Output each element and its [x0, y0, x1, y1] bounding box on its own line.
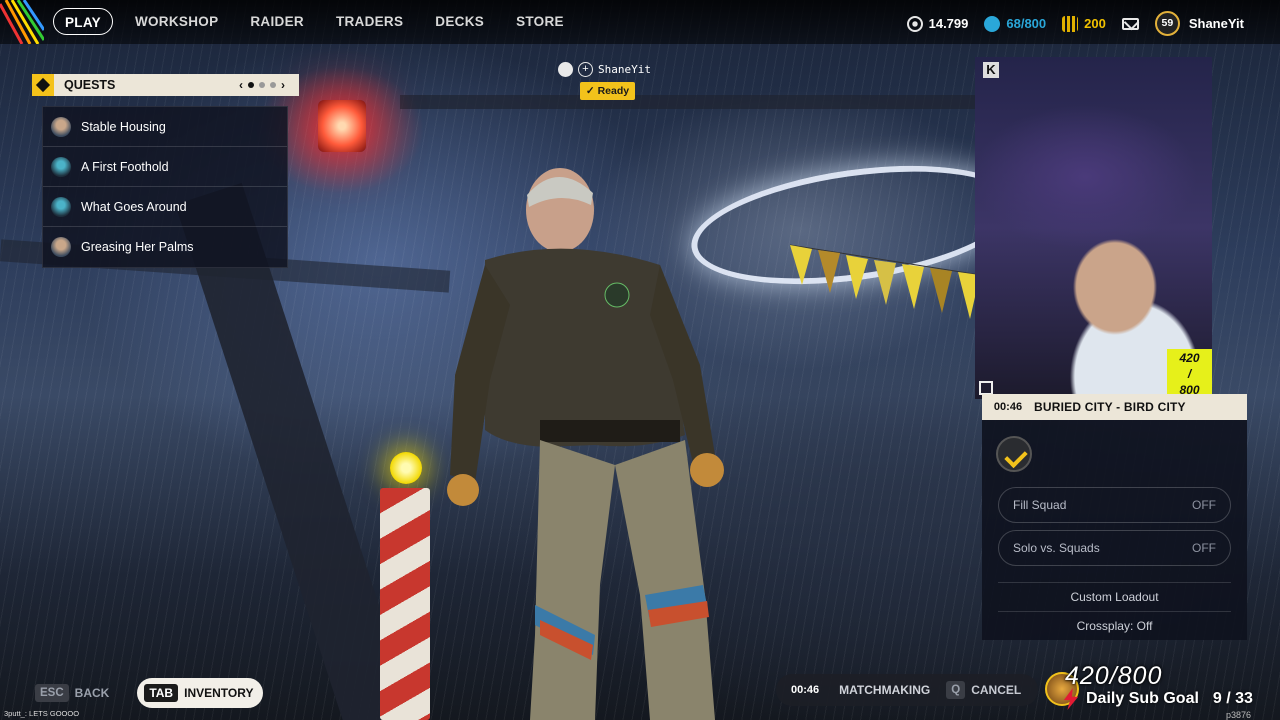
- map-panel: 00:46 BURIED CITY - BIRD CITY Fill Squad…: [982, 394, 1247, 640]
- quest-giver-avatar: [51, 116, 71, 137]
- raider-character-model: [447, 168, 724, 720]
- player-nameplate: + ShaneYit: [558, 62, 651, 77]
- solo-vs-squads-toggle[interactable]: Solo vs. Squads OFF: [998, 530, 1231, 566]
- lightning-bolt-icon: [1063, 688, 1079, 710]
- sub-goal-progress: 9 / 33: [1212, 690, 1253, 707]
- map-header: 00:46 BURIED CITY - BIRD CITY: [982, 394, 1247, 420]
- page-dot: [270, 82, 276, 88]
- top-navigation-bar: PLAY WORKSHOP RAIDER TRADERS DECKS STORE…: [0, 0, 1280, 44]
- tokens-currency[interactable]: 200: [1062, 15, 1106, 32]
- quest-label: Greasing Her Palms: [81, 240, 194, 254]
- chevron-left-icon[interactable]: ‹: [239, 78, 243, 92]
- sub-goal-bar: Daily Sub Goal 9 / 33: [1062, 688, 1253, 710]
- token-icon: [1062, 15, 1079, 32]
- back-label: BACK: [74, 686, 110, 700]
- quest-label: A First Foothold: [81, 159, 169, 174]
- back-button[interactable]: ESC BACK: [35, 684, 109, 702]
- quests-title: QUESTS: [64, 78, 116, 92]
- red-warning-light: [318, 100, 366, 152]
- fill-squad-value: OFF: [1192, 498, 1216, 512]
- quest-item[interactable]: Stable Housing: [43, 107, 287, 147]
- nav-workshop[interactable]: WORKSHOP: [119, 8, 234, 35]
- cancel-label: CANCEL: [971, 683, 1022, 697]
- quest-item[interactable]: A First Foothold: [43, 147, 287, 187]
- coin-icon: [906, 15, 923, 32]
- chevron-right-icon[interactable]: ›: [281, 78, 285, 92]
- ready-badge: ✓ Ready: [580, 82, 635, 100]
- quest-diamond-icon: [32, 74, 54, 96]
- creds-value: 68/800: [1006, 16, 1047, 31]
- nav-decks[interactable]: DECKS: [419, 8, 500, 35]
- sub-goal-count: 420/800: [1065, 662, 1163, 690]
- q-key-hint: Q: [946, 681, 966, 699]
- nav-store[interactable]: STORE: [500, 8, 580, 35]
- mail-icon[interactable]: [1121, 17, 1139, 30]
- cancel-matchmaking-button[interactable]: Q CANCEL: [946, 681, 1021, 699]
- inventory-label: INVENTORY: [184, 686, 254, 700]
- squad-ready-icon: [996, 436, 1032, 472]
- map-timer: 00:46: [982, 401, 1034, 413]
- quest-giver-avatar: [51, 156, 71, 177]
- page-dot: [259, 82, 265, 88]
- profile-name: ShaneYit: [1188, 16, 1244, 31]
- add-friend-icon[interactable]: +: [578, 62, 593, 77]
- page-dot: [248, 82, 254, 88]
- k-logo-icon: K: [983, 62, 999, 78]
- bunting-flags: [790, 244, 980, 319]
- profile-widget[interactable]: 59 ShaneYit: [1154, 11, 1244, 36]
- map-location[interactable]: BURIED CITY - BIRD CITY: [1034, 400, 1186, 414]
- sub-count-current: 420: [1179, 351, 1200, 365]
- quest-giver-avatar: [51, 237, 71, 257]
- striped-barrier-post: [380, 488, 430, 720]
- sub-count-badge: 420 / 800: [1167, 349, 1212, 399]
- quest-giver-avatar: [51, 196, 71, 217]
- quest-item[interactable]: Greasing Her Palms: [43, 227, 287, 267]
- streamer-webcam: K 420 / 800: [975, 57, 1212, 399]
- quests-header: QUESTS ‹ ›: [32, 74, 299, 96]
- matchmaking-timer: 00:46: [791, 684, 820, 696]
- matchmaking-bar: 00:46 MATCHMAKING Q CANCEL: [776, 674, 1038, 706]
- nav-raider[interactable]: RAIDER: [234, 8, 320, 35]
- quests-panel: QUESTS ‹ › Stable Housing A First Footho…: [32, 74, 299, 268]
- creds-currency[interactable]: 68/800: [984, 15, 1047, 32]
- solo-vs-squads-label: Solo vs. Squads: [1013, 541, 1100, 555]
- crown-icon: [558, 62, 573, 77]
- chat-line: 3putt_: LETS GOOOO: [4, 709, 80, 718]
- quest-item[interactable]: What Goes Around: [43, 187, 287, 227]
- quest-label: Stable Housing: [81, 119, 166, 134]
- fill-squad-toggle[interactable]: Fill Squad OFF: [998, 487, 1231, 523]
- level-badge: 59: [1154, 11, 1180, 36]
- coins-currency[interactable]: 14.799: [906, 15, 969, 32]
- creds-icon: [984, 15, 1001, 32]
- matchmaking-label: MATCHMAKING: [839, 683, 931, 697]
- yellow-beacon-light: [390, 452, 422, 484]
- quests-pager: ‹ ›: [239, 78, 285, 92]
- inventory-button[interactable]: TAB INVENTORY: [137, 678, 264, 708]
- sub-goal-label: Daily Sub Goal: [1086, 690, 1199, 707]
- quest-list: Stable Housing A First Foothold What Goe…: [42, 106, 288, 268]
- ceiling-beam: [400, 95, 980, 109]
- nav-play[interactable]: PLAY: [53, 8, 113, 35]
- player-name: ShaneYit: [598, 63, 651, 76]
- solo-vs-squads-value: OFF: [1192, 541, 1216, 555]
- currency-bar: 14.799 68/800 200 59 ShaneYit: [906, 11, 1244, 36]
- sub-count-separator: /: [1187, 367, 1192, 381]
- rainbow-stripes-logo: [0, 0, 44, 44]
- bottom-left-controls: ESC BACK TAB INVENTORY: [35, 678, 264, 708]
- coins-value: 14.799: [928, 16, 969, 31]
- corner-tag: p3876: [1226, 710, 1252, 720]
- tokens-value: 200: [1084, 16, 1106, 31]
- fill-squad-label: Fill Squad: [1013, 498, 1067, 512]
- ready-label: Ready: [597, 85, 630, 97]
- tab-key-hint: TAB: [144, 684, 179, 702]
- crossplay-option[interactable]: Crossplay: Off: [998, 611, 1231, 639]
- gift-icon: [979, 381, 993, 395]
- quest-label: What Goes Around: [81, 199, 187, 214]
- custom-loadout-option[interactable]: Custom Loadout: [998, 582, 1231, 610]
- nav-traders[interactable]: TRADERS: [320, 8, 419, 35]
- esc-key-hint: ESC: [35, 684, 69, 702]
- main-nav: PLAY WORKSHOP RAIDER TRADERS DECKS STORE: [53, 8, 580, 35]
